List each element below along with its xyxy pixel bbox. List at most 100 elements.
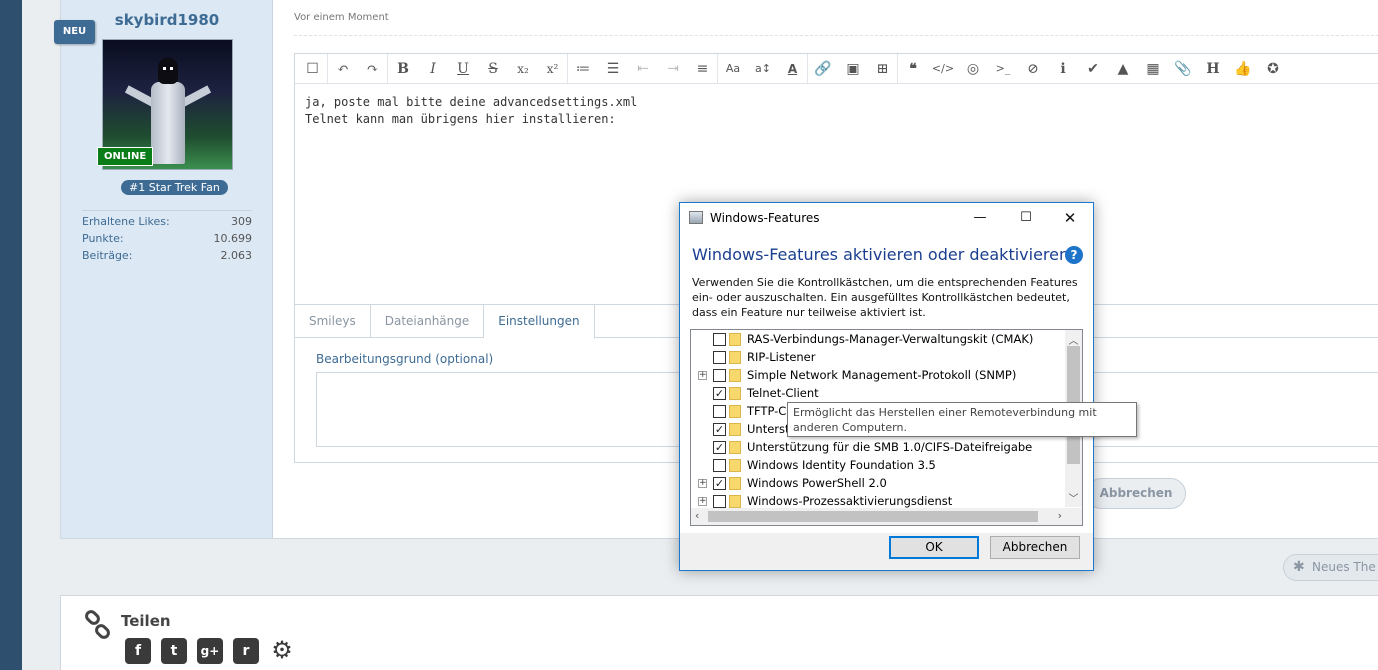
- feature-checkbox-checked[interactable]: ✓: [713, 387, 726, 400]
- feature-tooltip: Ermöglicht das Herstellen einer Remoteve…: [787, 402, 1137, 437]
- rebel-icon[interactable]: ✪: [1258, 54, 1288, 83]
- heading-button[interactable]: H: [1198, 54, 1228, 83]
- folder-icon: [729, 423, 741, 436]
- terminal-icon[interactable]: >_: [988, 54, 1018, 83]
- strikethrough-button[interactable]: S: [478, 54, 508, 83]
- folder-icon: [729, 477, 741, 490]
- feature-checkbox-checked[interactable]: ✓: [713, 441, 726, 454]
- feature-checkbox[interactable]: [713, 351, 726, 364]
- folder-icon: [729, 495, 741, 508]
- feature-item[interactable]: ✓ Telnet-Client: [691, 384, 1066, 402]
- minimize-icon[interactable]: —: [957, 203, 1003, 233]
- reddit-icon[interactable]: r: [233, 638, 259, 664]
- stat-label[interactable]: Punkte:: [82, 230, 124, 247]
- feature-label: Windows Identity Foundation 3.5: [747, 458, 936, 472]
- feature-item[interactable]: ✓ Unterstützung für die SMB 1.0/CIFS-Dat…: [691, 438, 1066, 456]
- new-thread-button[interactable]: ✱ Neues The: [1283, 554, 1378, 581]
- feature-checkbox[interactable]: [713, 369, 726, 382]
- scroll-up-icon[interactable]: ︿: [1065, 332, 1082, 347]
- dialog-titlebar[interactable]: Windows-Features — ☐ ✕: [680, 203, 1093, 233]
- scroll-down-icon[interactable]: ﹀: [1065, 490, 1082, 505]
- info-icon[interactable]: ℹ: [1048, 54, 1078, 83]
- stat-label[interactable]: Beiträge:: [82, 247, 132, 264]
- avatar-figure-coat: [151, 82, 185, 164]
- avatar-figure-eyes: [163, 67, 173, 70]
- warning-icon[interactable]: ▲: [1108, 54, 1138, 83]
- share-buttons: f t g+ r ⚙: [125, 638, 295, 664]
- divider: [294, 35, 1378, 36]
- close-icon[interactable]: ✕: [1047, 203, 1093, 233]
- feature-item[interactable]: RAS-Verbindungs-Manager-Verwaltungskit (…: [691, 330, 1066, 348]
- feature-label: RIP-Listener: [747, 350, 816, 364]
- feature-label: Windows-Prozessaktivierungsdienst: [747, 494, 953, 508]
- subscript-button[interactable]: x₂: [508, 54, 538, 83]
- bold-button[interactable]: B: [388, 54, 418, 83]
- ok-button[interactable]: OK: [889, 536, 979, 559]
- tab-attachments[interactable]: Dateianhänge: [371, 305, 485, 337]
- facebook-icon[interactable]: f: [125, 638, 151, 664]
- stat-label[interactable]: Erhaltene Likes:: [82, 213, 170, 230]
- new-badge: NEU: [54, 20, 95, 44]
- outdent-icon[interactable]: ⇤: [628, 54, 658, 83]
- text-color-button[interactable]: A: [778, 54, 808, 83]
- cancel-button[interactable]: Abbrechen: [1086, 478, 1186, 509]
- attachment-icon[interactable]: 📎: [1168, 54, 1198, 83]
- italic-button[interactable]: I: [418, 54, 448, 83]
- source-toggle-icon[interactable]: ☐: [298, 54, 328, 83]
- feature-item[interactable]: + ✓ Windows PowerShell 2.0: [691, 474, 1066, 492]
- redo-icon[interactable]: ↷: [358, 54, 388, 83]
- align-icon[interactable]: ≡: [688, 54, 718, 83]
- feature-checkbox[interactable]: [713, 459, 726, 472]
- font-size-button[interactable]: Aa: [718, 54, 748, 83]
- thumbs-up-icon[interactable]: 👍: [1228, 54, 1258, 83]
- text-size-button[interactable]: a↕: [748, 54, 778, 83]
- feature-checkbox-checked[interactable]: ✓: [713, 423, 726, 436]
- columns-icon[interactable]: ▦: [1138, 54, 1168, 83]
- user-rank-badge: #1 Star Trek Fan: [121, 180, 228, 195]
- expand-icon[interactable]: +: [698, 497, 707, 506]
- online-badge: ONLINE: [97, 147, 154, 166]
- dialog-description: Verwenden Sie die Kontrollkästchen, um d…: [692, 276, 1078, 319]
- feature-checkbox[interactable]: [713, 333, 726, 346]
- feature-label: Simple Network Management-Protokoll (SNM…: [747, 368, 1017, 382]
- link-icon[interactable]: 🔗: [808, 54, 838, 83]
- user-stats: Erhaltene Likes: 309 Punkte: 10.699 Beit…: [82, 210, 252, 264]
- help-icon[interactable]: ?: [1065, 246, 1083, 264]
- quote-icon[interactable]: ❝: [898, 54, 928, 83]
- block-icon[interactable]: ⊘: [1018, 54, 1048, 83]
- feature-item[interactable]: + Simple Network Management-Protokoll (S…: [691, 366, 1066, 384]
- unordered-list-icon[interactable]: ☰: [598, 54, 628, 83]
- expand-icon[interactable]: +: [698, 371, 707, 380]
- superscript-button[interactable]: x²: [538, 54, 568, 83]
- horizontal-scrollbar[interactable]: ‹ ›: [691, 508, 1066, 525]
- maximize-icon[interactable]: ☐: [1003, 203, 1049, 233]
- feature-item[interactable]: RIP-Listener: [691, 348, 1066, 366]
- dialog-cancel-button[interactable]: Abbrechen: [990, 536, 1080, 559]
- code-icon[interactable]: </>: [928, 54, 958, 83]
- expand-icon[interactable]: +: [698, 479, 707, 488]
- table-icon[interactable]: ⊞: [868, 54, 898, 83]
- editor-line: Telnet kann man übrigens hier installier…: [305, 112, 616, 126]
- undo-icon[interactable]: ↶: [328, 54, 358, 83]
- scroll-right-icon[interactable]: ›: [1058, 509, 1062, 522]
- twitter-icon[interactable]: t: [161, 638, 187, 664]
- gear-icon[interactable]: ⚙: [269, 638, 295, 664]
- feature-checkbox[interactable]: [713, 495, 726, 508]
- feature-label: Unterst: [747, 422, 790, 436]
- scroll-thumb[interactable]: [708, 511, 1038, 522]
- ordered-list-icon[interactable]: ≔: [568, 54, 598, 83]
- underline-button[interactable]: U: [448, 54, 478, 83]
- spoiler-icon[interactable]: ◎: [958, 54, 988, 83]
- stat-value: 10.699: [213, 232, 253, 245]
- tab-settings[interactable]: Einstellungen: [484, 305, 595, 339]
- indent-icon[interactable]: ⇥: [658, 54, 688, 83]
- google-plus-icon[interactable]: g+: [197, 638, 223, 664]
- editor-content[interactable]: ja, poste mal bitte deine advancedsettin…: [305, 94, 637, 128]
- success-icon[interactable]: ✔: [1078, 54, 1108, 83]
- image-icon[interactable]: ▣: [838, 54, 868, 83]
- feature-checkbox-checked[interactable]: ✓: [713, 477, 726, 490]
- tab-smileys[interactable]: Smileys: [295, 305, 371, 337]
- feature-checkbox[interactable]: [713, 405, 726, 418]
- feature-item[interactable]: Windows Identity Foundation 3.5: [691, 456, 1066, 474]
- scroll-left-icon[interactable]: ‹: [695, 509, 699, 522]
